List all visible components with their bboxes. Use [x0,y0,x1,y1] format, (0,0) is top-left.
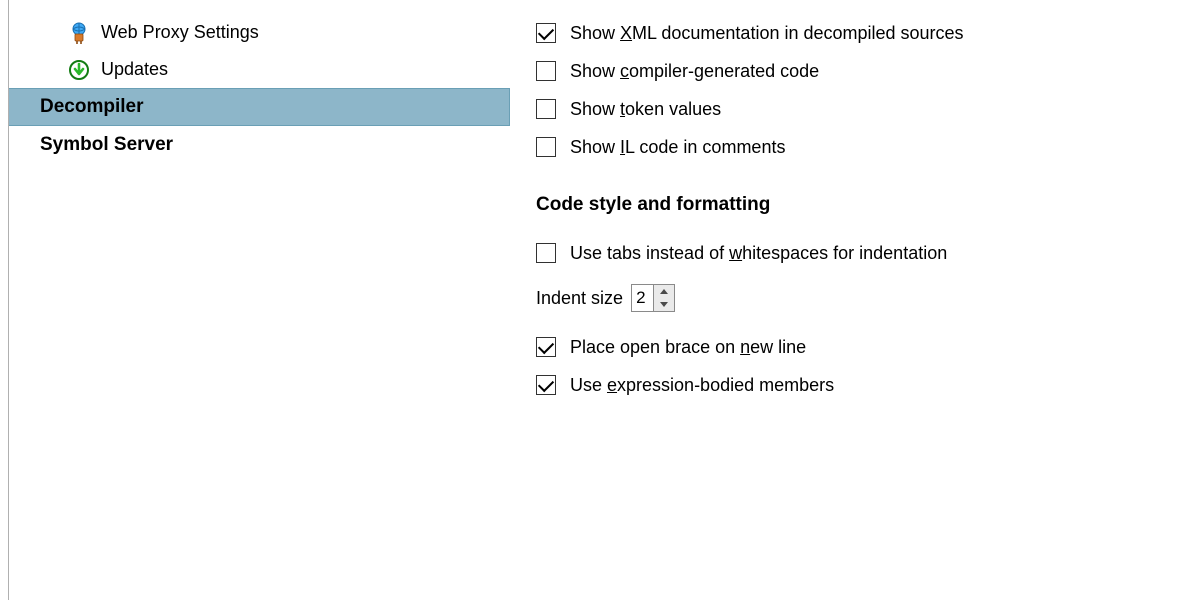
checkbox-expression-bodied[interactable] [536,375,556,395]
checkbox-open-brace[interactable] [536,337,556,357]
checkbox-use-tabs[interactable] [536,243,556,263]
sidebar-root-symbol-server[interactable]: Symbol Server [9,126,510,164]
checkbox-il-code[interactable] [536,137,556,157]
sidebar-item-label: Updates [101,59,168,80]
section-title-code-style: Code style and formatting [536,194,1200,216]
download-icon [67,58,91,82]
indent-size-label: Indent size [536,288,623,309]
settings-sidebar: Web Proxy Settings Updates Decompiler Sy… [0,0,510,600]
spinner-up-button[interactable] [654,285,674,298]
spinner-down-button[interactable] [654,298,674,311]
checkbox-xml-doc[interactable] [536,23,556,43]
checkbox-label-il-code: Show IL code in comments [570,137,785,158]
sidebar-item-label: Web Proxy Settings [101,22,259,43]
checkbox-compiler-generated[interactable] [536,61,556,81]
checkbox-label-expression-bodied: Use expression-bodied members [570,375,834,396]
sidebar-root-label: Decompiler [40,96,143,118]
indent-size-spinner [631,284,675,312]
checkbox-label-open-brace: Place open brace on new line [570,337,806,358]
indent-size-input[interactable] [631,284,653,312]
checkbox-label-compiler-generated: Show compiler-generated code [570,61,819,82]
checkbox-label-token-values: Show token values [570,99,721,120]
sidebar-root-decompiler[interactable]: Decompiler [9,88,510,126]
sidebar-root-label: Symbol Server [40,134,173,156]
globe-plug-icon [67,21,91,45]
sidebar-item-updates[interactable]: Updates [9,51,510,88]
checkbox-label-xml-doc: Show XML documentation in decompiled sou… [570,23,964,44]
settings-content: Show XML documentation in decompiled sou… [510,0,1200,600]
checkbox-label-use-tabs: Use tabs instead of whitespaces for inde… [570,243,947,264]
checkbox-token-values[interactable] [536,99,556,119]
sidebar-item-web-proxy[interactable]: Web Proxy Settings [9,14,510,51]
